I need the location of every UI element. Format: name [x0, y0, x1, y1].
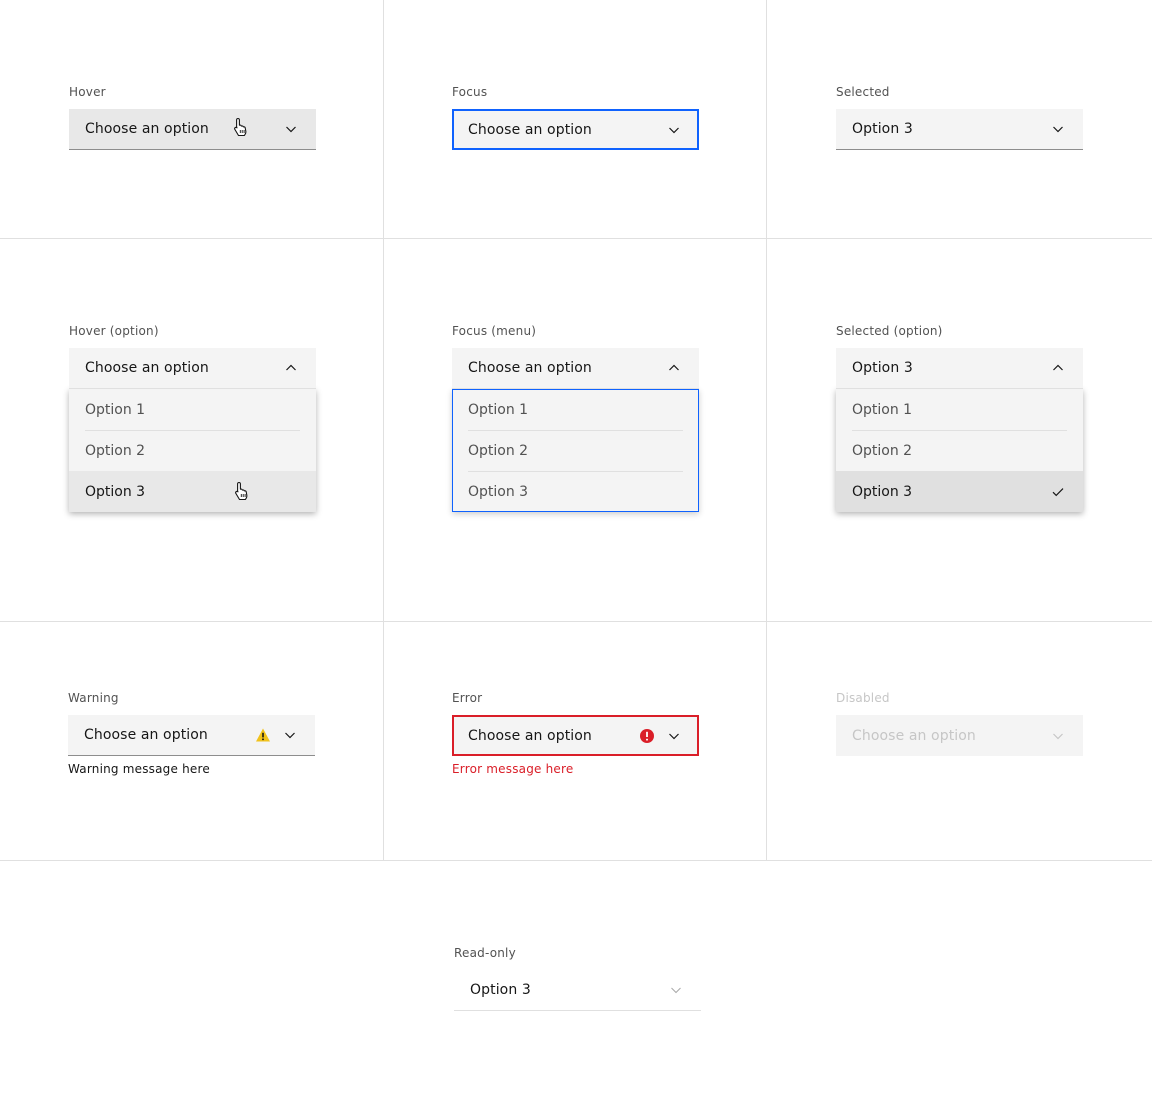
- chevron-up-icon: [1051, 361, 1065, 375]
- menu-item-label: Option 1: [852, 401, 913, 418]
- field-label: Warning: [68, 691, 119, 705]
- dropdown-warning-state: Warning Choose an option Warning message…: [68, 690, 315, 777]
- dropdown-value: Choose an option: [84, 727, 208, 743]
- dropdown-trigger[interactable]: Choose an option: [69, 109, 316, 150]
- grid-divider-horizontal-3: [0, 860, 1152, 861]
- dropdown-disabled-state: Disabled Choose an option: [836, 690, 1083, 756]
- field-label: Selected (option): [836, 324, 943, 338]
- dropdown-selected-option-state: Selected (option) Option 3 Option 1 Opti…: [836, 323, 1083, 512]
- dropdown-trigger[interactable]: Option 3: [836, 348, 1083, 389]
- dropdown-trigger[interactable]: Choose an option: [452, 348, 699, 389]
- dropdown-hover-state: Hover Choose an option: [69, 84, 316, 150]
- dropdown-trigger[interactable]: Option 3: [836, 109, 1083, 150]
- menu-item[interactable]: Option 1: [452, 389, 699, 430]
- menu-item-label: Option 3: [85, 483, 146, 500]
- chevron-down-icon: [284, 122, 298, 136]
- dropdown-error-state: Error Choose an option Error message her…: [452, 690, 699, 777]
- dropdown-trigger[interactable]: Choose an option: [452, 109, 699, 150]
- hand-cursor-icon: [233, 481, 251, 501]
- field-label: Focus (menu): [452, 324, 537, 338]
- dropdown-trigger[interactable]: Choose an option: [69, 348, 316, 389]
- menu-item[interactable]: Option 1: [836, 389, 1083, 430]
- error-icon: [639, 728, 655, 744]
- menu-item-hovered[interactable]: Option 3: [69, 471, 316, 512]
- grid-divider-horizontal-2: [0, 621, 1152, 622]
- dropdown-value: Option 3: [470, 982, 531, 998]
- grid-divider-vertical-2: [766, 0, 767, 860]
- chevron-down-icon: [667, 729, 681, 743]
- chevron-up-icon: [667, 361, 681, 375]
- menu-divider: [852, 430, 1067, 431]
- dropdown-readonly-state: Read-only Option 3: [454, 945, 701, 1011]
- field-label: Selected: [836, 85, 890, 99]
- dropdown-value: Choose an option: [468, 360, 592, 376]
- dropdown-focus-menu-state: Focus (menu) Choose an option Option 1 O…: [452, 323, 699, 512]
- dropdown-value: Choose an option: [468, 121, 592, 138]
- field-label: Error: [452, 691, 483, 705]
- dropdown-value: Choose an option: [468, 727, 592, 744]
- menu-item-label: Option 2: [85, 442, 146, 459]
- field-label: Hover: [69, 85, 106, 99]
- chevron-down-icon: [283, 728, 297, 742]
- dropdown-value: Choose an option: [85, 121, 209, 137]
- warning-message: Warning message here: [68, 762, 210, 776]
- field-label: Focus: [452, 85, 488, 99]
- menu-item-label: Option 3: [468, 483, 529, 500]
- field-label: Read-only: [454, 946, 516, 960]
- field-label: Hover (option): [69, 324, 159, 338]
- dropdown-value: Choose an option: [852, 727, 976, 744]
- menu-item[interactable]: Option 2: [836, 430, 1083, 471]
- menu-divider: [468, 471, 683, 472]
- warning-icon: [255, 727, 271, 743]
- dropdown-trigger[interactable]: Choose an option: [68, 715, 315, 756]
- dropdown-hover-option-state: Hover (option) Choose an option Option 1…: [69, 323, 316, 512]
- menu-item[interactable]: Option 2: [69, 430, 316, 471]
- dropdown-value: Choose an option: [85, 360, 209, 376]
- chevron-down-icon: [669, 983, 683, 997]
- menu-item-label: Option 3: [852, 483, 913, 500]
- grid-divider-horizontal-1: [0, 238, 1152, 239]
- dropdown-focus-state: Focus Choose an option: [452, 84, 699, 150]
- dropdown-trigger[interactable]: Choose an option: [452, 715, 699, 756]
- menu-item[interactable]: Option 2: [452, 430, 699, 471]
- field-label: Disabled: [836, 691, 890, 705]
- menu-divider: [468, 430, 683, 431]
- menu-item-label: Option 2: [852, 442, 913, 459]
- menu-item-label: Option 2: [468, 442, 529, 459]
- dropdown-menu: Option 1 Option 2 Option 3: [452, 389, 699, 512]
- hand-cursor-icon: [232, 117, 250, 137]
- chevron-down-icon: [667, 123, 681, 137]
- menu-divider: [85, 430, 300, 431]
- menu-item-label: Option 1: [468, 401, 529, 418]
- menu-item[interactable]: Option 3: [452, 471, 699, 512]
- dropdown-menu: Option 1 Option 2 Option 3: [836, 389, 1083, 512]
- dropdown-menu: Option 1 Option 2 Option 3: [69, 389, 316, 512]
- dropdown-value: Option 3: [852, 121, 913, 137]
- chevron-up-icon: [284, 361, 298, 375]
- menu-item-selected[interactable]: Option 3: [836, 471, 1083, 512]
- chevron-down-icon: [1051, 122, 1065, 136]
- error-message: Error message here: [452, 762, 574, 776]
- grid-divider-vertical-1: [383, 0, 384, 860]
- dropdown-trigger-disabled: Choose an option: [836, 715, 1083, 756]
- dropdown-value: Option 3: [852, 360, 913, 376]
- menu-item[interactable]: Option 1: [69, 389, 316, 430]
- chevron-down-icon: [1051, 729, 1065, 743]
- menu-item-label: Option 1: [85, 401, 146, 418]
- checkmark-icon: [1051, 485, 1065, 499]
- dropdown-trigger-readonly[interactable]: Option 3: [454, 970, 701, 1011]
- dropdown-selected-state: Selected Option 3: [836, 84, 1083, 150]
